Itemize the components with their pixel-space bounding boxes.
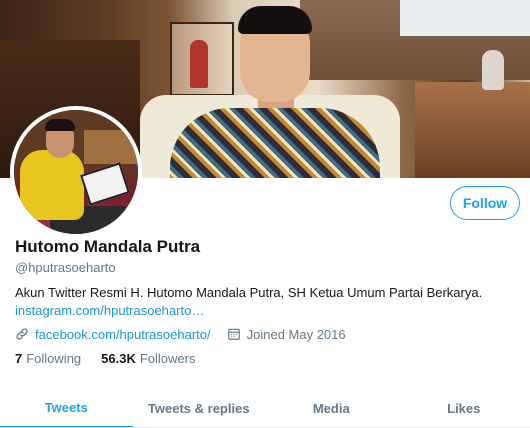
bio-link-ellipsis: … xyxy=(191,303,205,318)
banner-person-shirt xyxy=(170,108,380,178)
tab-tweets[interactable]: Tweets xyxy=(0,388,133,428)
following-count: 7 xyxy=(15,351,23,366)
profile-name: Hutomo Mandala Putra xyxy=(15,237,201,256)
profile-tabs: Tweets Tweets & replies Media Likes xyxy=(0,388,530,428)
calendar-icon xyxy=(227,327,241,341)
followers-stat[interactable]: 56.3K Followers xyxy=(101,351,195,366)
profile-joined: Joined May 2016 xyxy=(227,327,346,342)
tab-likes[interactable]: Likes xyxy=(398,388,530,428)
joined-date: Joined May 2016 xyxy=(246,326,346,342)
followers-count: 56.3K xyxy=(101,351,136,366)
profile-handle: @hputrasoeharto xyxy=(15,260,116,275)
link-icon xyxy=(15,327,29,341)
profile-website: facebook.com/hputrasoeharto/ xyxy=(15,327,211,342)
follow-button[interactable]: Follow xyxy=(450,186,520,220)
tab-media[interactable]: Media xyxy=(265,388,398,428)
following-stat[interactable]: 7 Following xyxy=(15,351,81,366)
banner-vase xyxy=(482,50,504,90)
banner-side-table xyxy=(415,82,530,178)
tab-tweets-replies[interactable]: Tweets & replies xyxy=(133,388,266,428)
profile-stats: 7 Following 56.3K Followers xyxy=(15,351,195,366)
banner-window xyxy=(400,0,530,36)
bio-instagram-link[interactable]: instagram.com/hputrasoeharto xyxy=(15,303,191,318)
website-link[interactable]: facebook.com/hputrasoeharto/ xyxy=(35,327,211,342)
banner-doll xyxy=(190,40,208,88)
profile-bio: Akun Twitter Resmi H. Hutomo Mandala Put… xyxy=(15,284,520,320)
banner-person-hair xyxy=(238,6,312,34)
profile-avatar[interactable] xyxy=(10,106,142,238)
profile-meta: facebook.com/hputrasoeharto/ Joined May … xyxy=(15,325,346,343)
followers-label: Followers xyxy=(139,351,196,366)
bio-text: Akun Twitter Resmi H. Hutomo Mandala Put… xyxy=(15,285,483,300)
following-label: Following xyxy=(26,351,82,366)
